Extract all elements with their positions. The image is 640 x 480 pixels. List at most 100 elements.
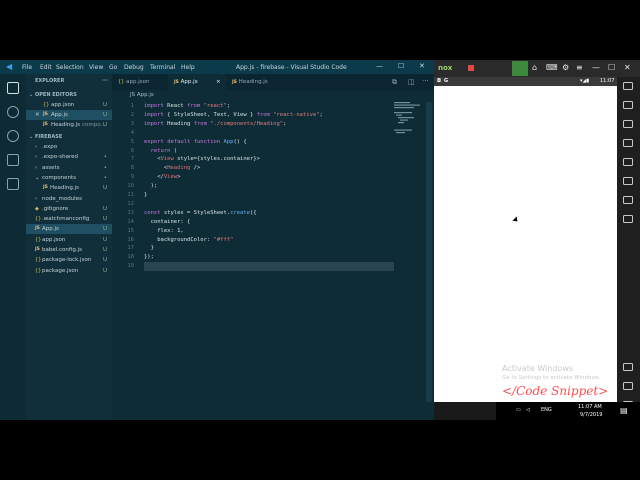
code-line[interactable]: const styles = StyleSheet.create({ (144, 209, 257, 218)
source-control-icon[interactable] (7, 130, 19, 142)
keyboard-icon[interactable]: ⌨ (546, 63, 558, 72)
code-line[interactable]: } (144, 244, 154, 253)
screenshot-icon[interactable] (623, 120, 633, 128)
project-header[interactable]: ⌄ FIREBASE (26, 132, 112, 142)
breadcrumb[interactable]: JS App.js (130, 92, 154, 98)
file-tree-item[interactable]: {} package-lock.json U (26, 255, 112, 265)
code-line[interactable]: flex: 1, (144, 227, 184, 236)
android-home-icon[interactable] (623, 382, 633, 390)
menu-debug[interactable]: Debug (124, 64, 144, 71)
volume-up-icon[interactable] (623, 177, 633, 185)
tab-app-js[interactable]: JS App.js × (168, 74, 226, 90)
menu-edit[interactable]: Edit (40, 64, 52, 71)
line-number: 11 (127, 192, 134, 198)
code-line[interactable]: <Heading /> (144, 164, 200, 173)
minimize-icon[interactable]: — (592, 63, 600, 72)
file-tree-item[interactable]: JS App.js U (26, 224, 112, 235)
code-line[interactable]: container: { (144, 218, 191, 227)
layout-icon[interactable]: ◫ (408, 78, 415, 86)
open-editor-item[interactable]: JS Heading.js compo... U (26, 120, 112, 130)
fullscreen-icon[interactable] (623, 158, 633, 166)
minimap[interactable] (394, 102, 422, 142)
play-store-icon[interactable] (512, 61, 528, 76)
code-line[interactable]: import Heading from "./components/Headin… (144, 120, 286, 129)
code-line[interactable] (144, 262, 394, 272)
maximize-icon[interactable]: ☐ (398, 62, 404, 70)
language-indicator[interactable]: ENG (541, 407, 552, 413)
minimize-icon[interactable]: — (376, 62, 383, 70)
menu-help[interactable]: Help (181, 64, 195, 71)
menu-go[interactable]: Go (109, 64, 117, 71)
settings-gear-icon[interactable]: ⚙ (562, 63, 569, 72)
close-icon[interactable]: ✕ (624, 63, 631, 72)
menu-selection[interactable]: Selection (56, 64, 84, 71)
apk-install-icon[interactable] (623, 101, 633, 109)
editor-scrollbar[interactable] (426, 102, 432, 402)
code-line[interactable]: ); (144, 182, 158, 191)
menu-icon[interactable]: ≡ (576, 63, 583, 72)
menu-terminal[interactable]: Terminal (150, 64, 175, 71)
code-line[interactable]: import { StyleSheet, Text, View } from "… (144, 111, 323, 120)
explorer-files-icon[interactable] (7, 82, 19, 94)
open-editor-item[interactable]: {} app.json U (26, 100, 112, 110)
code-line[interactable]: backgroundColor: "#fff" (144, 236, 233, 245)
file-tree-item-label: .expo (42, 144, 58, 150)
code-line[interactable]: import React from "react"; (144, 102, 230, 111)
file-tree-item[interactable]: {} .watchmanconfig U (26, 214, 112, 224)
git-status-badge: • (103, 174, 107, 181)
code-line[interactable]: export default function App() { (144, 138, 247, 147)
file-tree-item-label: components (42, 174, 76, 181)
menu-view[interactable]: View (89, 64, 103, 71)
more-actions-icon[interactable]: ··· (422, 77, 429, 85)
taskbar-date[interactable]: 9/7/2019 (580, 412, 602, 418)
extensions-icon[interactable] (7, 178, 19, 190)
volume-down-icon[interactable] (623, 196, 633, 204)
record-icon[interactable] (468, 65, 474, 71)
file-tree-item-label: App.js (42, 226, 59, 233)
close-icon[interactable]: ✕ (419, 62, 425, 70)
file-tree-item[interactable]: {} package.json U (26, 266, 112, 276)
split-editor-icon[interactable]: ⧉ (392, 78, 397, 87)
close-editor-icon[interactable]: ✕ (35, 110, 40, 120)
debug-icon[interactable] (7, 154, 19, 166)
git-status-badge: U (102, 216, 107, 223)
android-app-screen[interactable] (434, 86, 617, 402)
file-tree-item[interactable]: JS babel.config.js U (26, 245, 112, 255)
code-line[interactable]: return ( (144, 147, 178, 156)
code-line[interactable]: } (144, 191, 147, 200)
maximize-icon[interactable]: ☐ (608, 63, 615, 72)
open-editors-header[interactable]: ⌄ OPEN EDITORS (26, 90, 112, 100)
tab-app-json[interactable]: {} app.json (112, 74, 168, 90)
file-type-icon: {} (35, 267, 42, 274)
file-tree-item[interactable]: › assets • (26, 163, 112, 173)
search-icon[interactable] (7, 106, 19, 118)
shake-icon[interactable] (623, 82, 633, 90)
file-tree-item[interactable]: JS Heading.js U (26, 183, 112, 193)
js-file-icon: JS (43, 112, 48, 117)
speaker-icon[interactable]: ◁ (526, 407, 530, 413)
git-status-badge: • (103, 154, 107, 161)
action-center-icon[interactable]: ▤ (620, 406, 628, 415)
file-tree-item[interactable]: ⌄ components • (26, 173, 112, 183)
taskbar-time[interactable]: 11:07 AM (578, 404, 602, 410)
open-editor-item-active[interactable]: ✕ JS App.js U (26, 110, 112, 120)
file-tree-item[interactable]: › .expo-shared • (26, 152, 112, 162)
code-line[interactable]: }); (144, 253, 154, 262)
js-file-icon: JS (232, 80, 237, 85)
file-tree-item[interactable]: ◆ .gitignore U (26, 204, 112, 214)
file-tree-item[interactable]: › .expo (26, 142, 112, 152)
location-icon[interactable] (623, 139, 633, 147)
activity-bar (0, 74, 26, 420)
line-number: 12 (127, 200, 134, 207)
back-icon[interactable] (623, 363, 633, 371)
macro-icon[interactable] (623, 215, 633, 223)
network-icon[interactable]: ▭ (516, 407, 521, 413)
file-tree-item[interactable]: {} app.json U (26, 235, 112, 245)
menu-file[interactable]: File (22, 64, 32, 71)
home-icon[interactable]: ⌂ (532, 63, 537, 72)
file-tree-item[interactable]: › node_modules (26, 194, 112, 204)
code-line[interactable]: </View> (144, 173, 180, 182)
tab-close-icon[interactable]: × (216, 74, 221, 90)
code-line[interactable]: <View style={styles.container}> (144, 155, 260, 164)
tab-heading-js[interactable]: JS Heading.js (226, 74, 286, 90)
